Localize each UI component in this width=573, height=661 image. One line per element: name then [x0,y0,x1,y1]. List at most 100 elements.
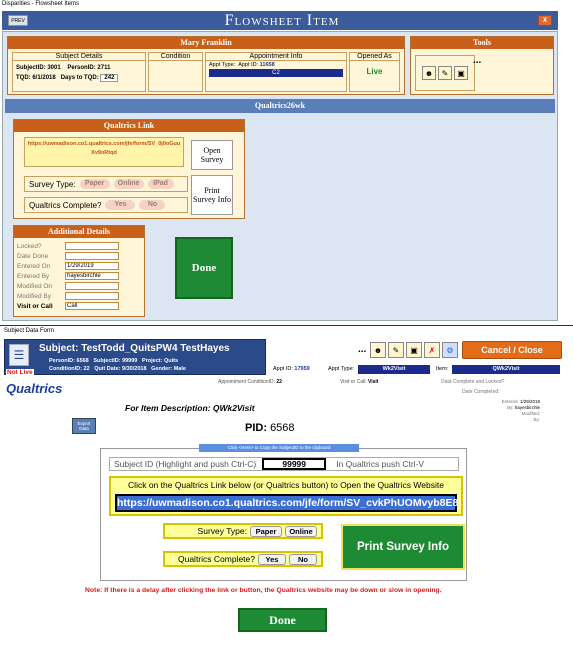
cancel-close-button[interactable]: Cancel / Close [462,341,562,359]
additional-details-panel: Additional Details Locked? Date Done Enter… [13,225,145,317]
appt-id-label: Appt ID: [273,366,293,372]
visit-call-value: Visit [367,379,379,385]
appt-id-label: Appt ID: [238,62,259,68]
appt-condition-row: Appointment ConditionID: 22 [218,379,282,385]
additional-detail-label: Entered By [17,272,50,280]
additional-detail-field[interactable]: hayesbirchle [65,272,119,280]
additional-detail-field[interactable] [65,282,119,290]
settings-icon[interactable]: ⚙ [442,342,458,358]
pid-value: 6568 [270,422,295,434]
survey-type-paper[interactable]: Paper [250,525,282,537]
additional-detail-row: Locked? [17,241,141,251]
modified-label: Modified: [521,411,540,416]
condition-id: ConditionID: 22 [49,366,90,372]
condition-heading: Condition [149,53,202,61]
window-divider [0,325,573,326]
tools-icon[interactable]: ✗ [424,342,440,358]
days-value: 242 [100,74,119,82]
subject-label: Subject: [39,343,79,354]
subject-details-heading: Subject Details [13,53,145,61]
additional-detail-field[interactable] [65,292,119,300]
more-button[interactable]: ... [358,344,366,355]
additional-detail-field[interactable] [65,252,119,260]
pid-row: PID: 6568 [245,422,295,434]
subject-id-label: SubjectID: [16,65,46,71]
more-tools-button[interactable]: ... [473,55,481,66]
subject-header: ☰ Subject: TestTodd_QuitsPW4 TestHayes P… [4,339,266,375]
prev-button[interactable]: PREV [8,15,28,26]
qualtrics-link-panel: Qualtrics Link https://uwmadison.co1.qua… [13,119,245,219]
complete-no-button[interactable]: No [139,200,166,210]
entered-label: Entered: [501,399,519,404]
survey-type-row: Survey Type: Paper Online [163,523,323,539]
complete-yes-button[interactable]: Yes [258,553,286,565]
additional-detail-field[interactable] [65,242,119,250]
qualtrics-complete-label: Qualtrics Complete? [177,554,255,564]
pid-label: PID: [245,422,267,434]
appt-type-label: Appt Type: [209,62,236,68]
not-live-label: Not Live [6,369,34,376]
qualtrics-link-url[interactable]: https://uwmadison.co1.qualtrics.com/jfe/… [24,137,184,167]
tools-card: Tools ☻ ✎ ▣ ... [410,36,554,95]
additional-detail-field[interactable]: Call [65,302,119,310]
done-button[interactable]: Done [175,237,233,299]
tqd-label: TQD: [16,75,31,81]
complete-no-button[interactable]: No [289,553,317,565]
done-button-bottom[interactable]: Done [238,608,327,632]
copy-subject-id-button[interactable]: Click <Here> to Copy the SubjectID to th… [199,444,359,452]
subject-form-title: Subject Data Form [4,328,55,334]
patient-name: Mary Franklin [8,37,404,49]
project: Project: Quits [141,358,179,364]
subject-id-value: 3001 [47,65,61,71]
entered-value: 1/29/2019 [519,399,540,404]
tools-heading: Tools [411,37,553,49]
appt-id-value: 17959 [294,366,310,372]
person-icon[interactable]: ☻ [422,66,436,80]
item-label: Item: [436,366,449,372]
subject-id: SubjectID: 99999 [93,358,138,364]
notes-icon[interactable]: ✎ [388,342,404,358]
survey-type-ipad[interactable]: IPad [147,179,174,189]
qualtrics-link-box: Click on the Qualtrics Link below (or Qu… [109,476,463,516]
additional-detail-row: Date Done [17,251,141,261]
person-id: PersonID: 6568 [49,358,89,364]
books-icon[interactable]: ▣ [406,342,422,358]
print-survey-info-button[interactable]: Print Survey Info [341,524,465,570]
subject-details-box: Subject Details SubjectID: 3001 PersonID… [12,52,146,92]
person-id-value: 2711 [97,65,111,71]
qualtrics-heading: Qualtrics [6,381,63,396]
appt-type-value: Wk2Visit [358,365,430,374]
appt-id-value: 11658 [259,62,275,68]
subject-id-field[interactable]: 99999 [262,458,327,470]
survey-type-label: Survey Type: [197,526,247,536]
tqd-value: 6/1/2018 [32,75,56,81]
subject-id-hint: Subject ID (Highlight and push Ctrl-C) [114,459,257,469]
books-icon[interactable]: ▣ [454,66,468,80]
qualtrics-link-url[interactable]: https://uwmadison.co1.qualtrics.com/jfe/… [115,494,461,512]
by2-label: By: [533,417,540,422]
flowsheet-header-bar: PREV Flowsheet Item X [2,11,558,30]
person-icon[interactable]: ☻ [370,342,386,358]
survey-type-online[interactable]: Online [285,525,317,537]
data-complete-label: Data Complete and Locked? [441,379,505,385]
opened-as-box: Opened As Live [349,52,400,92]
survey-type-online[interactable]: Online [113,179,144,189]
notes-icon[interactable]: ✎ [438,66,452,80]
close-button[interactable]: X [538,15,552,26]
condition-box: Condition [148,52,203,92]
survey-type-paper[interactable]: Paper [79,179,110,189]
print-survey-button[interactable]: Print Survey Info [191,175,233,215]
book-icon: ☰ [9,344,29,366]
additional-detail-row: Entered On 1/29/2019 [17,261,141,271]
additional-detail-label: Modified On [17,282,53,290]
patient-card: Mary Franklin Subject Details SubjectID:… [7,36,405,95]
date-completed-label: Date Completed: [462,389,500,395]
export-data-button[interactable]: Export Data [72,418,96,434]
additional-detail-field[interactable]: 1/29/2019 [65,262,119,270]
complete-yes-button[interactable]: Yes [105,200,136,210]
open-survey-button[interactable]: Open Survey [191,140,233,170]
subject-id-row: Subject ID (Highlight and push Ctrl-C) 9… [109,457,459,471]
appointment-info-heading: Appointment Info [206,53,346,61]
additional-details-heading: Additional Details [14,226,144,238]
survey-type-row: Survey Type: Paper Online IPad [24,176,188,192]
